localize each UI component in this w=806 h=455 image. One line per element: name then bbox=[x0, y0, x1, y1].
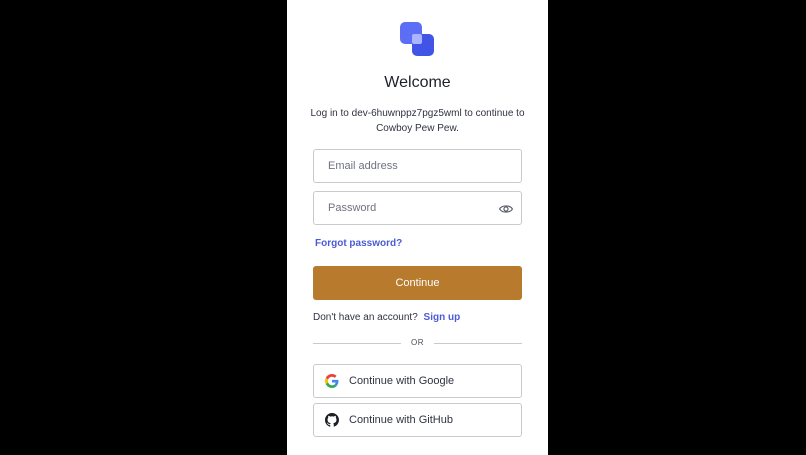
login-panel: Welcome Log in to dev-6huwnppz7pgz5wml t… bbox=[287, 0, 548, 455]
email-input[interactable] bbox=[314, 150, 521, 182]
app-logo-icon bbox=[400, 22, 436, 58]
github-icon bbox=[325, 413, 339, 427]
continue-button[interactable]: Continue bbox=[313, 266, 522, 300]
continue-with-google-button[interactable]: Continue with Google bbox=[313, 364, 522, 398]
or-divider: OR bbox=[313, 338, 522, 347]
continue-with-github-button[interactable]: Continue with GitHub bbox=[313, 403, 522, 437]
login-subtitle: Log in to dev-6huwnppz7pgz5wml to contin… bbox=[310, 108, 525, 134]
forgot-password-link[interactable]: Forgot password? bbox=[315, 238, 402, 249]
page-title: Welcome bbox=[384, 74, 451, 91]
signup-row: Don't have an account? Sign up bbox=[313, 312, 460, 323]
password-field-container bbox=[313, 191, 522, 225]
email-field-container bbox=[313, 149, 522, 183]
google-button-label: Continue with Google bbox=[349, 375, 455, 387]
google-icon bbox=[325, 374, 339, 388]
signup-link[interactable]: Sign up bbox=[424, 312, 461, 323]
divider-line-right bbox=[434, 343, 522, 344]
password-input[interactable] bbox=[314, 192, 521, 224]
no-account-text: Don't have an account? bbox=[313, 312, 418, 323]
eye-icon[interactable] bbox=[499, 203, 513, 215]
github-button-label: Continue with GitHub bbox=[349, 414, 453, 426]
